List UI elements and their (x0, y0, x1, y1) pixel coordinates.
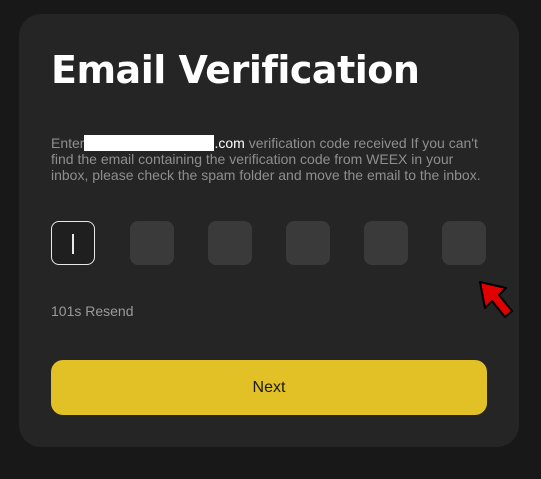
verification-card: Email Verification Enter .com verificatio… (19, 14, 519, 447)
mouse-cursor-icon (479, 281, 513, 318)
code-digit-5[interactable] (364, 221, 408, 265)
redacted-email-block (84, 135, 215, 151)
page-title: Email Verification (51, 48, 420, 92)
code-digit-6[interactable] (442, 221, 486, 265)
description-prefix: Enter (51, 135, 85, 151)
email-domain: .com (214, 135, 245, 151)
resend-countdown[interactable]: 101s Resend (51, 303, 134, 319)
next-button[interactable]: Next (51, 360, 487, 415)
text-caret (72, 234, 74, 254)
code-digit-3[interactable] (208, 221, 252, 265)
code-digit-1[interactable] (51, 221, 95, 265)
code-digit-4[interactable] (286, 221, 330, 265)
verification-code-inputs (51, 221, 488, 267)
verification-description: Enter .com verification code received If … (51, 135, 491, 183)
code-digit-2[interactable] (130, 221, 174, 265)
